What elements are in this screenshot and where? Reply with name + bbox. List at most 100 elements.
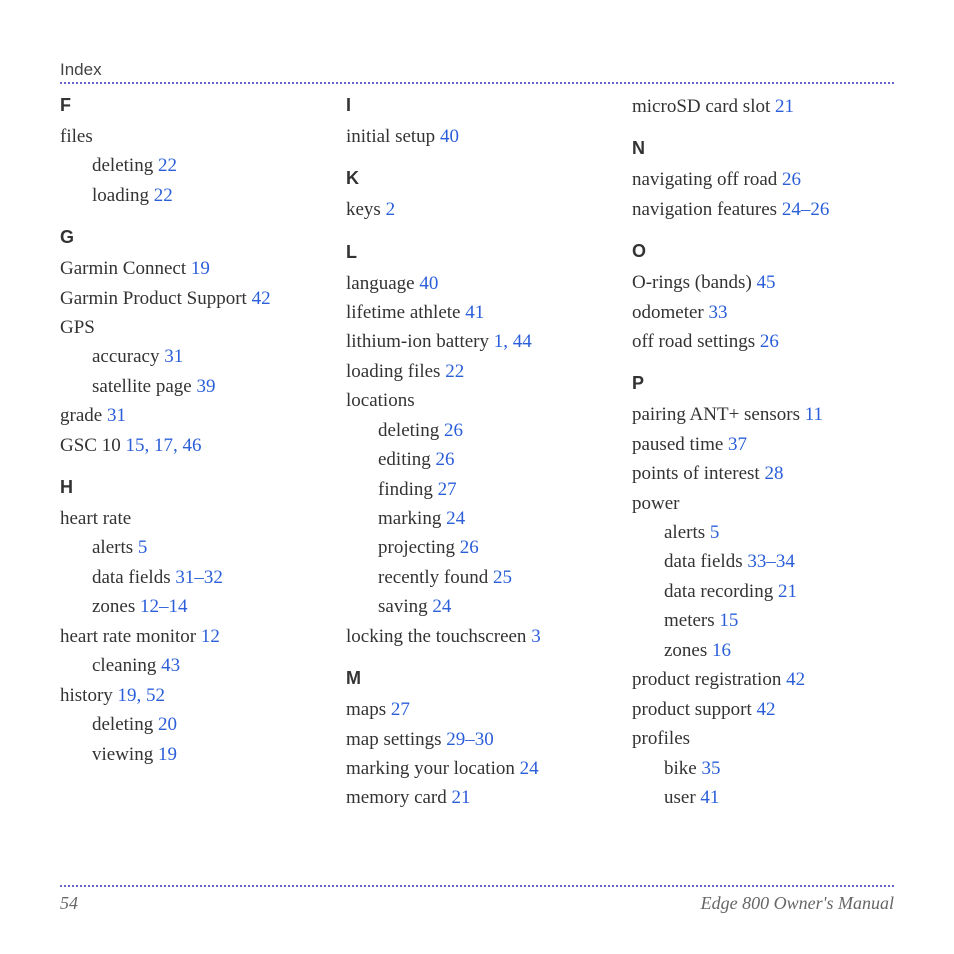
- index-entry: marking your location 24: [346, 754, 608, 783]
- index-subentry: marking 24: [346, 504, 608, 533]
- page-link[interactable]: 35: [701, 758, 720, 779]
- index-term: recently found: [378, 567, 488, 588]
- index-entry: Garmin Connect 19: [60, 254, 322, 283]
- page-footer: 54 Edge 800 Owner's Manual: [60, 885, 894, 914]
- index-term: GSC 10: [60, 435, 121, 456]
- index-term: alerts: [92, 537, 133, 558]
- index-entry: GPS: [60, 313, 322, 342]
- index-term: GPS: [60, 317, 95, 338]
- page-link[interactable]: 39: [196, 376, 215, 397]
- page-link[interactable]: 21: [778, 581, 797, 602]
- page-link[interactable]: 41: [465, 302, 484, 323]
- index-entry: profiles: [632, 724, 894, 753]
- page-link[interactable]: 42: [757, 699, 776, 720]
- index-letter: F: [60, 92, 322, 120]
- index-entry: Garmin Product Support 42: [60, 284, 322, 313]
- page-link[interactable]: 26: [436, 449, 455, 470]
- page-link[interactable]: 32: [204, 567, 223, 588]
- page-link[interactable]: 31: [175, 567, 194, 588]
- index-entry: memory card 21: [346, 783, 608, 812]
- index-term: paused time: [632, 434, 723, 455]
- page-link[interactable]: 26: [810, 199, 829, 220]
- page-link[interactable]: 27: [438, 479, 457, 500]
- page-link[interactable]: 17: [154, 435, 173, 456]
- page-link[interactable]: 12: [140, 596, 159, 617]
- index-term: files: [60, 126, 93, 147]
- page-link[interactable]: 14: [169, 596, 188, 617]
- page-link[interactable]: 40: [419, 273, 438, 294]
- page-link[interactable]: 34: [776, 551, 795, 572]
- index-column: Iinitial setup 40Kkeys 2Llanguage 40life…: [346, 92, 608, 813]
- page-link[interactable]: 42: [786, 669, 805, 690]
- page-link[interactable]: 37: [728, 434, 747, 455]
- page-link[interactable]: 27: [391, 699, 410, 720]
- page-link[interactable]: 12: [201, 626, 220, 647]
- index-entry: odometer 33: [632, 298, 894, 327]
- page-link[interactable]: 29: [446, 729, 465, 750]
- page-link[interactable]: 16: [712, 640, 731, 661]
- page-link[interactable]: 19: [118, 685, 137, 706]
- index-term: profiles: [632, 728, 690, 749]
- page-link[interactable]: 28: [764, 463, 783, 484]
- index-subentry: recently found 25: [346, 563, 608, 592]
- page-link[interactable]: 24: [782, 199, 801, 220]
- page-link[interactable]: 20: [158, 714, 177, 735]
- page-link[interactable]: 19: [158, 744, 177, 765]
- page-link[interactable]: 3: [531, 626, 541, 647]
- page-link[interactable]: 5: [138, 537, 148, 558]
- page-link[interactable]: 2: [386, 199, 396, 220]
- page-link[interactable]: 15: [125, 435, 144, 456]
- index-subentry: satellite page 39: [60, 372, 322, 401]
- index-subentry: alerts 5: [632, 518, 894, 547]
- index-letter: M: [346, 665, 608, 693]
- page-link[interactable]: 22: [154, 185, 173, 206]
- index-letter: N: [632, 135, 894, 163]
- page-link[interactable]: 26: [444, 420, 463, 441]
- page-link[interactable]: 11: [805, 404, 823, 425]
- page-link[interactable]: 46: [182, 435, 201, 456]
- page-link[interactable]: 5: [710, 522, 720, 543]
- page-link[interactable]: 26: [760, 331, 779, 352]
- index-term: satellite page: [92, 376, 192, 397]
- page-link[interactable]: 19: [191, 258, 210, 279]
- index-term: O-rings (bands): [632, 272, 752, 293]
- page-link[interactable]: 31: [107, 405, 126, 426]
- index-entry: heart rate: [60, 504, 322, 533]
- index-page: Index Ffilesdeleting 22loading 22GGarmin…: [0, 0, 954, 954]
- page-link[interactable]: 30: [475, 729, 494, 750]
- page-link[interactable]: 24: [432, 596, 451, 617]
- index-entry: locking the touchscreen 3: [346, 622, 608, 651]
- index-subentry: zones 12–14: [60, 592, 322, 621]
- index-subentry: deleting 26: [346, 416, 608, 445]
- page-link[interactable]: 33: [709, 302, 728, 323]
- page-link[interactable]: 25: [493, 567, 512, 588]
- page-link[interactable]: 22: [158, 155, 177, 176]
- page-link[interactable]: 1: [494, 331, 504, 352]
- page-link[interactable]: 24: [446, 508, 465, 529]
- page-link[interactable]: 21: [452, 787, 471, 808]
- index-entry: power: [632, 489, 894, 518]
- page-link[interactable]: 33: [747, 551, 766, 572]
- index-term: locations: [346, 390, 415, 411]
- page-link[interactable]: 45: [757, 272, 776, 293]
- index-term: accuracy: [92, 346, 160, 367]
- index-columns: Ffilesdeleting 22loading 22GGarmin Conne…: [60, 92, 894, 813]
- page-link[interactable]: 26: [782, 169, 801, 190]
- page-link[interactable]: 40: [440, 126, 459, 147]
- page-link[interactable]: 21: [775, 96, 794, 117]
- page-link[interactable]: 26: [460, 537, 479, 558]
- index-term: marking your location: [346, 758, 515, 779]
- page-link[interactable]: 24: [520, 758, 539, 779]
- index-entry: language 40: [346, 269, 608, 298]
- page-link[interactable]: 41: [700, 787, 719, 808]
- page-link[interactable]: 22: [445, 361, 464, 382]
- index-term: odometer: [632, 302, 704, 323]
- page-link[interactable]: 15: [719, 610, 738, 631]
- index-subentry: cleaning 43: [60, 651, 322, 680]
- page-link[interactable]: 52: [146, 685, 165, 706]
- page-link[interactable]: 43: [161, 655, 180, 676]
- index-entry: maps 27: [346, 695, 608, 724]
- page-link[interactable]: 31: [164, 346, 183, 367]
- page-link[interactable]: 44: [513, 331, 532, 352]
- page-link[interactable]: 42: [252, 288, 271, 309]
